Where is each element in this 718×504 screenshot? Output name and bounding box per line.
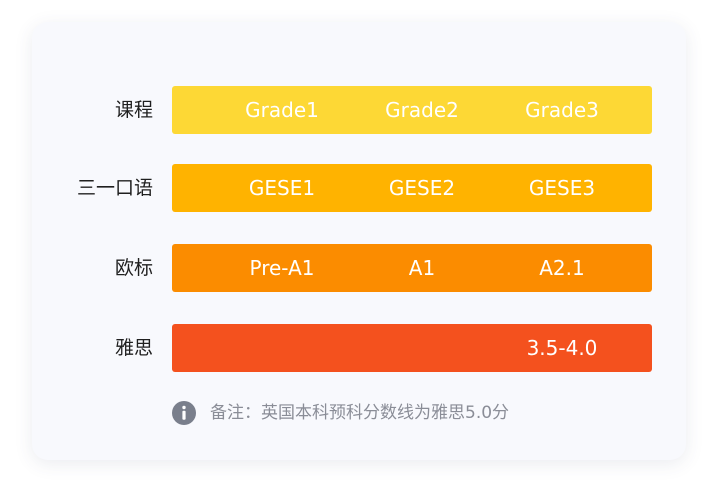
row-cefr: 欧标 Pre-A1 A1 A2.1 (32, 244, 686, 292)
row-gese: 三一口语 GESE1 GESE2 GESE3 (32, 164, 686, 212)
row-label-course: 课程 (114, 99, 153, 121)
row-ielts: 雅思 3.5-4.0 (32, 324, 686, 372)
row-label-gese: 三一口语 (76, 177, 153, 199)
row-label-ielts: 雅思 (114, 337, 153, 359)
cell-cefr-1: Pre-A1 (249, 256, 315, 280)
cell-course-2: Grade2 (385, 98, 459, 122)
row-course: 课程 Grade1 Grade2 Grade3 (32, 86, 686, 134)
cell-course-3: Grade3 (525, 98, 599, 122)
bar-course: Grade1 Grade2 Grade3 (172, 86, 652, 134)
comparison-card: 课程 Grade1 Grade2 Grade3 三一口语 GESE1 GESE2… (32, 22, 686, 460)
bar-gese: GESE1 GESE2 GESE3 (172, 164, 652, 212)
cell-ielts-1 (212, 324, 352, 372)
cell-ielts-2 (352, 324, 492, 372)
bar-cefr: Pre-A1 A1 A2.1 (172, 244, 652, 292)
footnote-text: 备注：英国本科预科分数线为雅思5.0分 (210, 403, 510, 423)
cell-cefr-2: A1 (408, 256, 436, 280)
info-icon (172, 401, 196, 425)
bar-ielts: 3.5-4.0 (172, 324, 652, 372)
cell-gese-2: GESE2 (388, 176, 456, 200)
cell-gese-1: GESE1 (248, 176, 316, 200)
cell-cefr-3: A2.1 (539, 256, 585, 280)
row-label-cefr: 欧标 (114, 257, 153, 279)
cell-course-1: Grade1 (245, 98, 319, 122)
cell-ielts-3: 3.5-4.0 (526, 336, 598, 360)
cell-gese-3: GESE3 (528, 176, 596, 200)
